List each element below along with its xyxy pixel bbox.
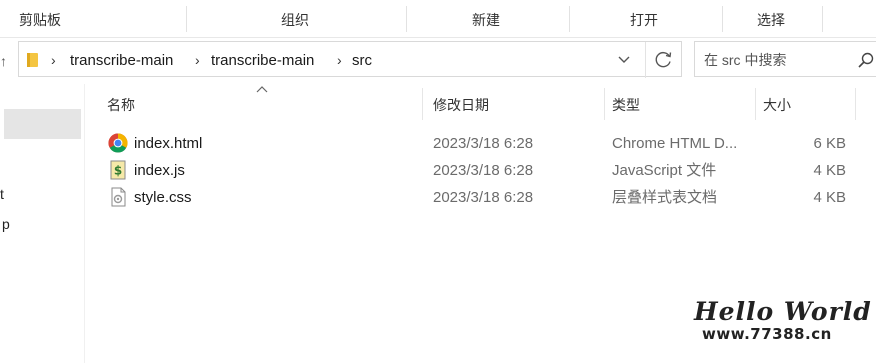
file-size: 4 KB <box>813 162 846 179</box>
ribbon-group-clipboard: 剪贴板 <box>19 12 61 28</box>
file-name[interactable]: index.js <box>134 157 185 183</box>
file-size: 4 KB <box>813 189 846 206</box>
ribbon-divider <box>722 6 723 32</box>
ribbon-divider <box>822 6 823 32</box>
breadcrumb-separator[interactable]: › <box>337 42 342 78</box>
column-header-name[interactable]: 名称 <box>107 84 135 122</box>
file-modified: 2023/3/18 6:28 <box>433 135 534 152</box>
css-file-icon <box>111 187 126 207</box>
file-modified: 2023/3/18 6:28 <box>433 162 534 179</box>
chrome-icon <box>108 133 128 153</box>
file-name[interactable]: style.css <box>134 184 192 210</box>
column-divider[interactable] <box>422 88 423 120</box>
svg-text:$: $ <box>114 164 122 178</box>
column-header-size[interactable]: 大小 <box>763 84 791 122</box>
js-script-icon: $ <box>110 160 126 180</box>
nav-item-fragment[interactable]: p <box>2 216 10 232</box>
file-type: Chrome HTML D... <box>612 135 738 152</box>
search-placeholder[interactable]: 在 src 中搜索 <box>704 42 786 79</box>
ribbon-group-organize: 组织 <box>281 12 309 28</box>
address-bar[interactable]: › transcribe-main › transcribe-main › sr… <box>18 41 682 78</box>
file-modified: 2023/3/18 6:28 <box>433 189 534 206</box>
file-type: JavaScript 文件 <box>612 162 717 179</box>
file-row[interactable]: $ index.js 2023/3/18 6:28 JavaScript 文件 … <box>85 157 876 183</box>
sort-ascending-icon <box>256 86 268 93</box>
column-header-type[interactable]: 类型 <box>612 84 640 122</box>
column-divider[interactable] <box>755 88 756 120</box>
watermark-url: www.77388.cn <box>702 325 832 343</box>
chevron-down-icon[interactable] <box>613 42 635 78</box>
file-row[interactable]: style.css 2023/3/18 6:28 层叠样式表文档 4 KB <box>85 184 876 210</box>
ribbon-group-new: 新建 <box>472 12 500 28</box>
refresh-button[interactable] <box>645 42 681 78</box>
breadcrumb-separator[interactable]: › <box>51 42 56 78</box>
ribbon-group-labels: 剪贴板 组织 新建 打开 选择 <box>0 0 876 38</box>
breadcrumb-separator[interactable]: › <box>195 42 200 78</box>
navigation-pane: t p <box>0 84 85 363</box>
nav-item-fragment[interactable]: t <box>0 186 4 202</box>
search-icon[interactable] <box>858 52 874 68</box>
ribbon-divider <box>406 6 407 32</box>
breadcrumb-src[interactable]: src <box>352 42 372 78</box>
nav-item-selected[interactable] <box>4 109 81 139</box>
ribbon-divider <box>186 6 187 32</box>
column-divider[interactable] <box>604 88 605 120</box>
up-button[interactable]: ↑ <box>0 50 12 72</box>
folder-icon <box>27 53 38 67</box>
ribbon-group-open: 打开 <box>630 12 658 28</box>
breadcrumb-transcribe-main[interactable]: transcribe-main <box>70 42 173 78</box>
address-row: ↑ › transcribe-main › transcribe-main › … <box>0 38 876 84</box>
column-divider[interactable] <box>855 88 856 120</box>
ribbon-divider <box>569 6 570 32</box>
file-type: 层叠样式表文档 <box>612 189 718 206</box>
watermark-title: Hello World <box>694 297 872 326</box>
search-box[interactable]: 在 src 中搜索 <box>694 41 876 77</box>
file-size: 6 KB <box>813 135 846 152</box>
file-row[interactable]: index.html 2023/3/18 6:28 Chrome HTML D.… <box>85 130 876 156</box>
file-name[interactable]: index.html <box>134 130 202 156</box>
breadcrumb-transcribe-main-2[interactable]: transcribe-main <box>211 42 314 78</box>
ribbon-group-select: 选择 <box>757 12 785 28</box>
column-header-modified[interactable]: 修改日期 <box>433 84 489 122</box>
refresh-icon <box>655 52 672 68</box>
